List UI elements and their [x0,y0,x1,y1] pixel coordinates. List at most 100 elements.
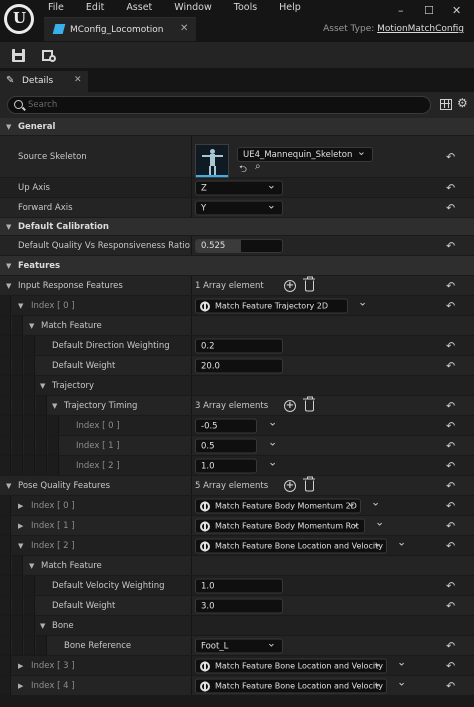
save-icon[interactable] [10,46,28,64]
delete-all-icon[interactable] [303,476,315,491]
collapse-arrow-icon[interactable]: ▼ [18,302,23,310]
menu-edit[interactable]: Edit [86,2,104,13]
reset-to-default-icon[interactable]: ↶ [446,299,455,312]
search-input[interactable] [28,99,408,111]
search-box[interactable] [7,96,431,114]
match-feature-picker[interactable]: Match Feature Body Momentum Rot [195,516,365,533]
quality-ratio-slider[interactable]: 0.525 [195,238,283,253]
property-label: Default Direction Weighting [52,340,170,351]
direction-weighting-field[interactable]: 0.2 [195,338,283,353]
chevron-down-icon[interactable]: ⌄ [268,456,277,469]
expand-arrow-icon[interactable]: ▶ [18,682,23,690]
up-axis-dropdown[interactable]: Z [195,178,283,195]
reset-to-default-icon[interactable]: ↶ [446,359,455,372]
collapse-arrow-icon[interactable]: ▼ [40,382,45,390]
menu-window[interactable]: Window [174,2,211,13]
delete-all-icon[interactable] [303,396,315,411]
reset-to-default-icon[interactable]: ↶ [446,599,455,612]
browse-icon[interactable] [40,46,58,64]
reset-to-default-icon[interactable]: ↶ [446,439,455,452]
default-weight-field[interactable]: 20.0 [195,358,283,373]
property-label: Pose Quality Features [18,480,111,491]
category-general[interactable]: ▼ General [0,118,474,136]
collapse-arrow-icon[interactable]: ▼ [29,322,34,330]
pencil-icon: ✎ [6,75,15,86]
chevron-down-icon[interactable]: ⌄ [375,516,384,529]
chevron-down-icon[interactable]: ⌄ [268,416,277,429]
delete-all-icon[interactable] [303,276,315,291]
maximize-icon[interactable]: ☐ [424,4,434,17]
expand-arrow-icon[interactable]: ▶ [18,522,23,530]
reset-to-default-icon[interactable]: ↶ [446,201,455,214]
collapse-arrow-icon[interactable]: ▼ [29,562,34,570]
reset-to-default-icon[interactable]: ↶ [446,479,455,492]
asset-type-link[interactable]: MotionMatchConfig [377,24,464,34]
unreal-logo-icon[interactable]: U [4,4,34,34]
chevron-down-icon[interactable]: ⌄ [397,656,406,669]
bone-reference-dropdown[interactable]: Foot_L [195,636,283,653]
reset-to-default-icon[interactable]: ↶ [446,539,455,552]
reset-to-default-icon[interactable]: ↶ [446,150,455,163]
reset-to-default-icon[interactable]: ↶ [446,459,455,472]
category-features[interactable]: ▼ Features [0,256,474,276]
timing-value-field[interactable]: 1.0 [195,458,257,473]
reset-to-default-icon[interactable]: ↶ [446,579,455,592]
reset-to-default-icon[interactable]: ↶ [446,499,455,512]
timing-value-field[interactable]: 0.5 [195,438,257,453]
reset-to-default-icon[interactable]: ↶ [446,679,455,692]
browse-asset-icon[interactable]: ⌕ [255,161,261,172]
expand-arrow-icon[interactable]: ▶ [18,502,23,510]
menu-asset[interactable]: Asset [126,2,152,13]
chevron-down-icon[interactable]: ⌄ [397,676,406,689]
menu-help[interactable]: Help [279,2,301,13]
match-feature-picker[interactable]: Match Feature Bone Location and Velocity [195,536,387,553]
collapse-arrow-icon[interactable]: ▼ [6,262,11,270]
match-feature-picker[interactable]: Match Feature Trajectory 2D [195,298,348,313]
collapse-arrow-icon[interactable]: ▼ [6,123,11,131]
details-tab[interactable]: ✎ Details ✕ [0,71,88,92]
reset-to-default-icon[interactable]: ↶ [446,639,455,652]
collapse-arrow-icon[interactable]: ▼ [6,223,11,231]
reset-to-default-icon[interactable]: ↶ [446,419,455,432]
close-details-icon[interactable]: ✕ [74,75,82,85]
menu-file[interactable]: File [48,2,64,13]
chevron-down-icon[interactable]: ⌄ [358,296,367,309]
menu-tools[interactable]: Tools [234,2,257,13]
minimize-icon[interactable]: – [398,4,404,17]
chevron-down-icon[interactable]: ⌄ [268,436,277,449]
collapse-arrow-icon[interactable]: ▼ [18,542,23,550]
collapse-arrow-icon[interactable]: ▼ [40,622,45,630]
chevron-down-icon[interactable]: ⌄ [397,536,406,549]
reset-to-default-icon[interactable]: ↶ [446,519,455,532]
reset-to-default-icon[interactable]: ↶ [446,399,455,412]
add-element-icon[interactable]: + [284,399,296,412]
reset-to-default-icon[interactable]: ↶ [446,659,455,672]
chevron-down-icon[interactable]: ⌄ [371,496,380,509]
settings-gear-icon[interactable]: ⚙ [457,96,468,110]
default-weight-field[interactable]: 3.0 [195,598,283,613]
collapse-arrow-icon[interactable]: ▼ [52,402,57,410]
table-view-icon[interactable] [440,99,452,110]
reset-to-default-icon[interactable]: ↶ [446,339,455,352]
category-default-calibration[interactable]: ▼ Default Calibration [0,218,474,236]
skeleton-thumbnail[interactable] [195,144,229,178]
use-selected-icon[interactable]: ⮌ [239,162,247,179]
match-feature-picker[interactable]: Match Feature Bone Location and Velocity [195,656,387,673]
match-feature-picker[interactable]: Match Feature Bone Location and Velocity [195,676,387,693]
close-tab-icon[interactable]: ✕ [180,23,188,34]
expand-arrow-icon[interactable]: ▶ [18,662,23,670]
match-feature-picker[interactable]: Match Feature Body Momentum 2D [195,496,361,513]
add-element-icon[interactable]: + [284,479,296,492]
asset-editor-tab[interactable]: MConfig_Locomotion ✕ [44,17,196,41]
forward-axis-dropdown[interactable]: Y [195,198,283,215]
reset-to-default-icon[interactable]: ↶ [446,181,455,194]
skeleton-asset-picker[interactable]: UE4_Mannequin_Skeleton [237,145,373,162]
collapse-arrow-icon[interactable]: ▼ [6,282,11,290]
close-window-icon[interactable]: ✕ [452,4,461,17]
velocity-weighting-field[interactable]: 1.0 [195,578,283,593]
collapse-arrow-icon[interactable]: ▼ [6,482,11,490]
reset-to-default-icon[interactable]: ↶ [446,279,455,292]
add-element-icon[interactable]: + [284,279,296,292]
timing-value-field[interactable]: -0.5 [195,418,257,433]
reset-to-default-icon[interactable]: ↶ [446,239,455,252]
